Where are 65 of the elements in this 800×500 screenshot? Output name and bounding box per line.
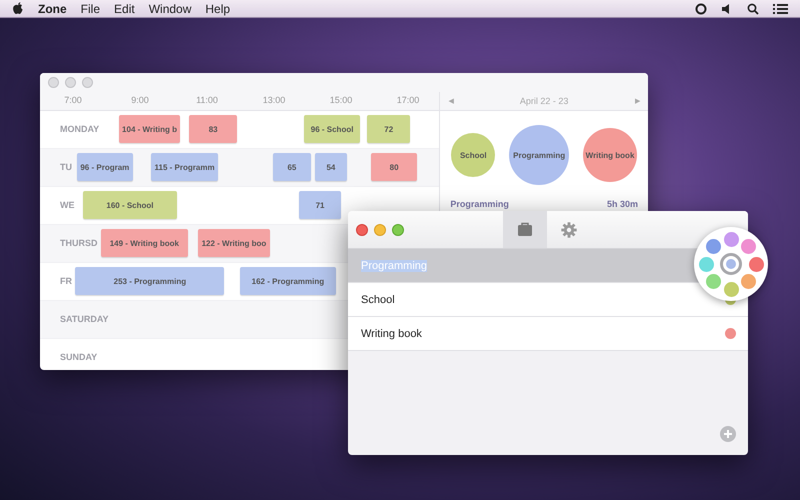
toolbar-tab[interactable]: [503, 211, 547, 248]
project-time: 5h 30m: [606, 199, 638, 209]
hour-label: 17:00: [396, 95, 420, 105]
hour-label: 13:00: [262, 95, 286, 105]
project-bubble: Writing book: [583, 128, 638, 182]
zoom-button[interactable]: [82, 77, 93, 88]
search-icon[interactable]: [747, 2, 759, 14]
hour-label: 15:00: [330, 95, 352, 105]
time-block[interactable]: 72: [367, 115, 410, 143]
time-block[interactable]: 80: [371, 153, 418, 181]
settings-icon: [561, 222, 577, 238]
time-block[interactable]: 149 - Writing book: [100, 229, 188, 257]
time-block[interactable]: 83: [189, 115, 238, 143]
menu-item[interactable]: File: [80, 2, 100, 16]
time-block[interactable]: 122 - Writing boo: [198, 229, 270, 257]
list-icon[interactable]: [773, 2, 788, 14]
menu-item[interactable]: Edit: [114, 2, 135, 16]
hour-label: 11:00: [196, 95, 218, 105]
menu-item[interactable]: Window: [148, 2, 192, 16]
time-block[interactable]: 96 - School: [304, 115, 360, 143]
color-swatch[interactable]: [698, 256, 714, 272]
app-menu[interactable]: Zone: [38, 2, 67, 16]
color-swatch[interactable]: [706, 238, 721, 254]
time-block[interactable]: 65: [272, 153, 311, 181]
zoom-button[interactable]: [392, 224, 404, 236]
day-label: SATURDAY: [60, 314, 109, 324]
project-bubble: Programming: [509, 125, 570, 185]
add-icon[interactable]: [720, 426, 736, 442]
hour-label: 7:00: [64, 95, 82, 105]
minimize-button[interactable]: [65, 77, 76, 88]
close-button[interactable]: [356, 224, 368, 236]
apple-logo-icon[interactable]: [12, 2, 24, 15]
project-bubble: School: [451, 133, 496, 177]
time-block[interactable]: 96 - Program: [77, 153, 133, 181]
time-block[interactable]: 253 - Programming: [75, 267, 224, 295]
briefcase-icon: [517, 222, 533, 237]
time-block[interactable]: 71: [299, 191, 341, 219]
day-label: WE: [60, 200, 74, 210]
project-name: School: [361, 294, 395, 306]
hour-label: 9:00: [131, 95, 149, 105]
color-swatch[interactable]: [724, 282, 738, 296]
project-name: Writing book: [361, 328, 422, 340]
color-swatch[interactable]: [741, 238, 756, 254]
color-swatch[interactable]: [724, 232, 738, 246]
time-block[interactable]: 160 - School: [83, 191, 177, 219]
color-swatch[interactable]: [741, 274, 756, 290]
color-swatch[interactable]: [748, 256, 764, 272]
time-block[interactable]: 115 - Programm: [151, 153, 218, 181]
minimize-button[interactable]: [374, 224, 386, 236]
day-label: MONDAY: [60, 124, 100, 134]
date-range: April 22 - 23: [520, 96, 568, 106]
menu-item[interactable]: Help: [205, 2, 230, 16]
day-label: FR: [60, 276, 72, 286]
project-name: Programming: [361, 260, 428, 272]
time-block[interactable]: 104 - Writing b: [118, 115, 180, 143]
project-row[interactable]: School: [348, 283, 748, 317]
project-row[interactable]: Writing book: [348, 317, 748, 351]
project-name: Programming: [450, 199, 509, 209]
day-label: THURSD: [60, 238, 98, 248]
time-block[interactable]: 162 - Programming: [240, 267, 336, 295]
color-swatch[interactable]: [706, 274, 721, 290]
time-block[interactable]: 54: [314, 153, 348, 181]
record-icon[interactable]: [695, 2, 707, 14]
day-label: TU: [60, 162, 72, 172]
day-label: SUNDAY: [60, 352, 98, 362]
